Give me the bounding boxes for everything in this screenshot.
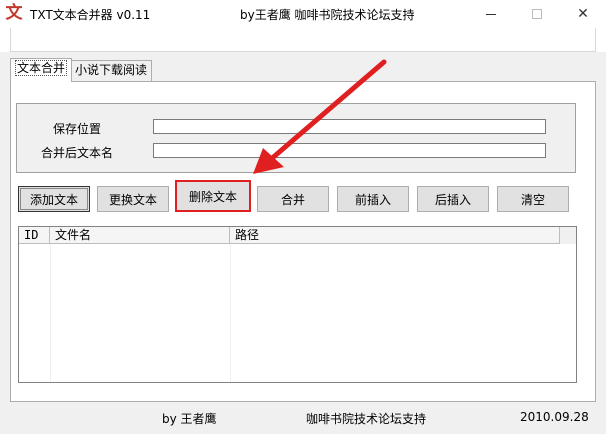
add-text-button[interactable]: 添加文本 (18, 186, 90, 212)
tab-novel-download-label: 小说下载阅读 (75, 63, 148, 77)
column-header-filename[interactable]: 文件名 (50, 227, 230, 243)
title-bar: 文 TXT文本合并器 v0.11 by王者鹰 咖啡书院技术论坛支持 ✕ (0, 0, 606, 28)
table-header: ID 文件名 路径 (19, 227, 576, 244)
window-subtitle: by王者鹰 咖啡书院技术论坛支持 (240, 8, 415, 22)
close-icon: ✕ (577, 6, 589, 22)
top-strip (10, 28, 596, 52)
column-divider (230, 244, 231, 382)
merged-name-input[interactable] (153, 143, 546, 158)
insert-before-button[interactable]: 前插入 (337, 186, 409, 212)
save-location-label: 保存位置 (53, 122, 102, 136)
save-location-input[interactable] (153, 119, 546, 134)
status-author: by 王者鹰 (162, 412, 217, 426)
file-list-table[interactable]: ID 文件名 路径 (18, 226, 577, 383)
column-divider (50, 244, 51, 382)
merge-button[interactable]: 合并 (257, 186, 329, 212)
maximize-button[interactable] (514, 0, 560, 28)
settings-group: 保存位置 合并后文本名 (16, 103, 576, 173)
delete-text-button[interactable]: 删除文本 (175, 180, 251, 212)
tab-text-merge-label: 文本合并 (15, 60, 68, 76)
close-button[interactable]: ✕ (560, 0, 606, 28)
column-header-path[interactable]: 路径 (230, 227, 559, 243)
merged-name-label: 合并后文本名 (41, 146, 114, 160)
clear-button[interactable]: 清空 (497, 186, 569, 212)
status-support: 咖啡书院技术论坛支持 (306, 412, 427, 426)
maximize-icon (532, 9, 542, 19)
status-date: 2010.09.28 (520, 410, 589, 424)
column-header-id[interactable]: ID (19, 227, 50, 243)
window-title: TXT文本合并器 v0.11 (30, 8, 151, 22)
tab-text-merge[interactable]: 文本合并 (10, 58, 73, 82)
insert-after-button[interactable]: 后插入 (417, 186, 489, 212)
minimize-button[interactable] (468, 0, 514, 28)
tab-novel-download[interactable]: 小说下载阅读 (70, 60, 152, 81)
replace-text-button[interactable]: 更换文本 (97, 186, 169, 212)
app-icon[interactable]: 文 (4, 3, 24, 23)
header-scroll-stub (559, 227, 576, 244)
minimize-icon (486, 13, 496, 15)
